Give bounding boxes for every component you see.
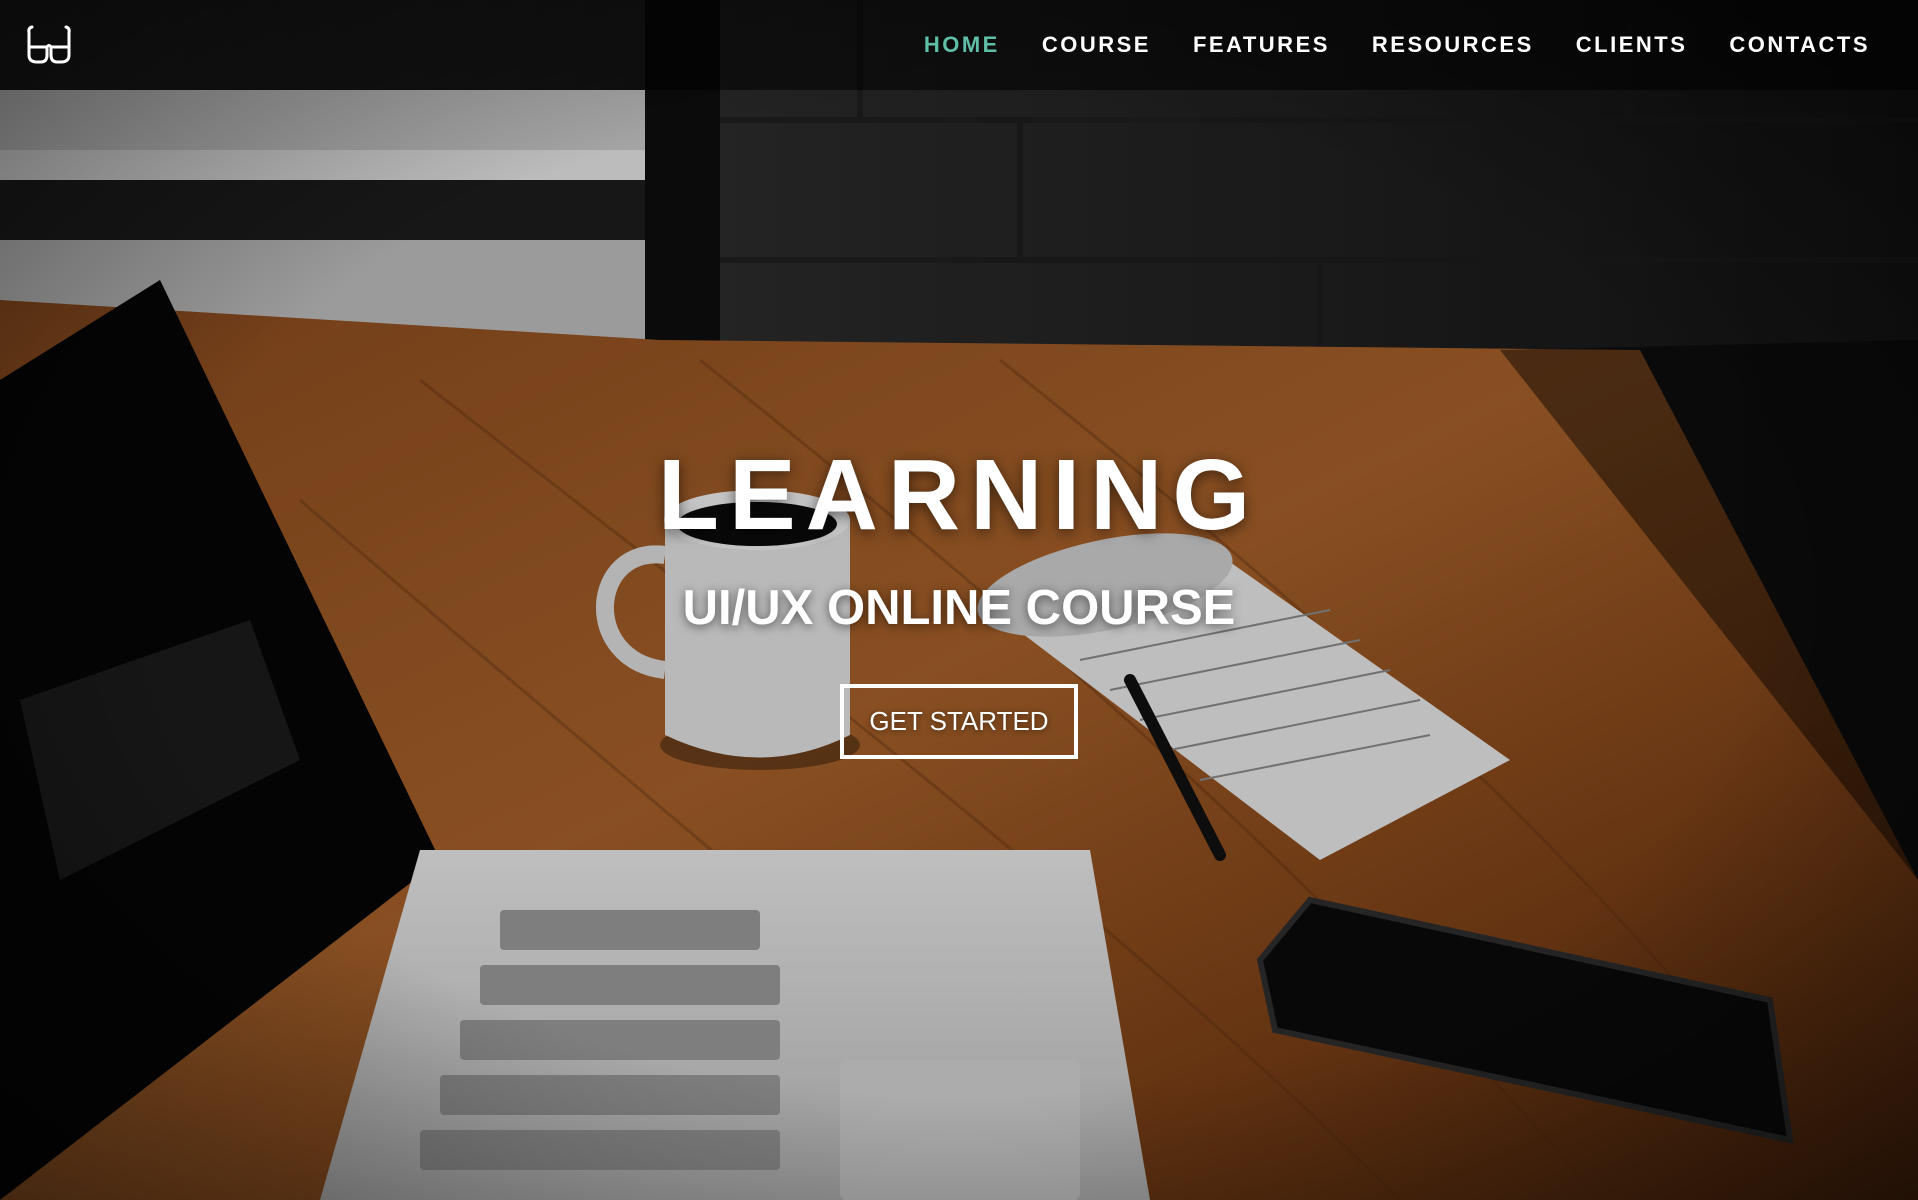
nav-resources[interactable]: RESOURCES (1372, 32, 1534, 58)
glasses-icon[interactable] (24, 24, 74, 66)
hero-title: LEARNING (657, 439, 1261, 551)
hero-section: LEARNING UI/UX ONLINE COURSE GET STARTED (0, 440, 1918, 759)
nav-course[interactable]: COURSE (1042, 32, 1151, 58)
get-started-button[interactable]: GET STARTED (840, 683, 1078, 759)
nav-clients[interactable]: CLIENTS (1576, 32, 1688, 58)
nav-menu: HOME COURSE FEATURES RESOURCES CLIENTS C… (924, 32, 1870, 58)
landing-page: HOME COURSE FEATURES RESOURCES CLIENTS C… (0, 0, 1918, 1200)
hero-subtitle: UI/UX ONLINE COURSE (682, 581, 1236, 635)
nav-contacts[interactable]: CONTACTS (1729, 32, 1870, 58)
nav-home[interactable]: HOME (924, 32, 1000, 58)
nav-features[interactable]: FEATURES (1193, 32, 1330, 58)
top-navbar: HOME COURSE FEATURES RESOURCES CLIENTS C… (0, 0, 1918, 90)
